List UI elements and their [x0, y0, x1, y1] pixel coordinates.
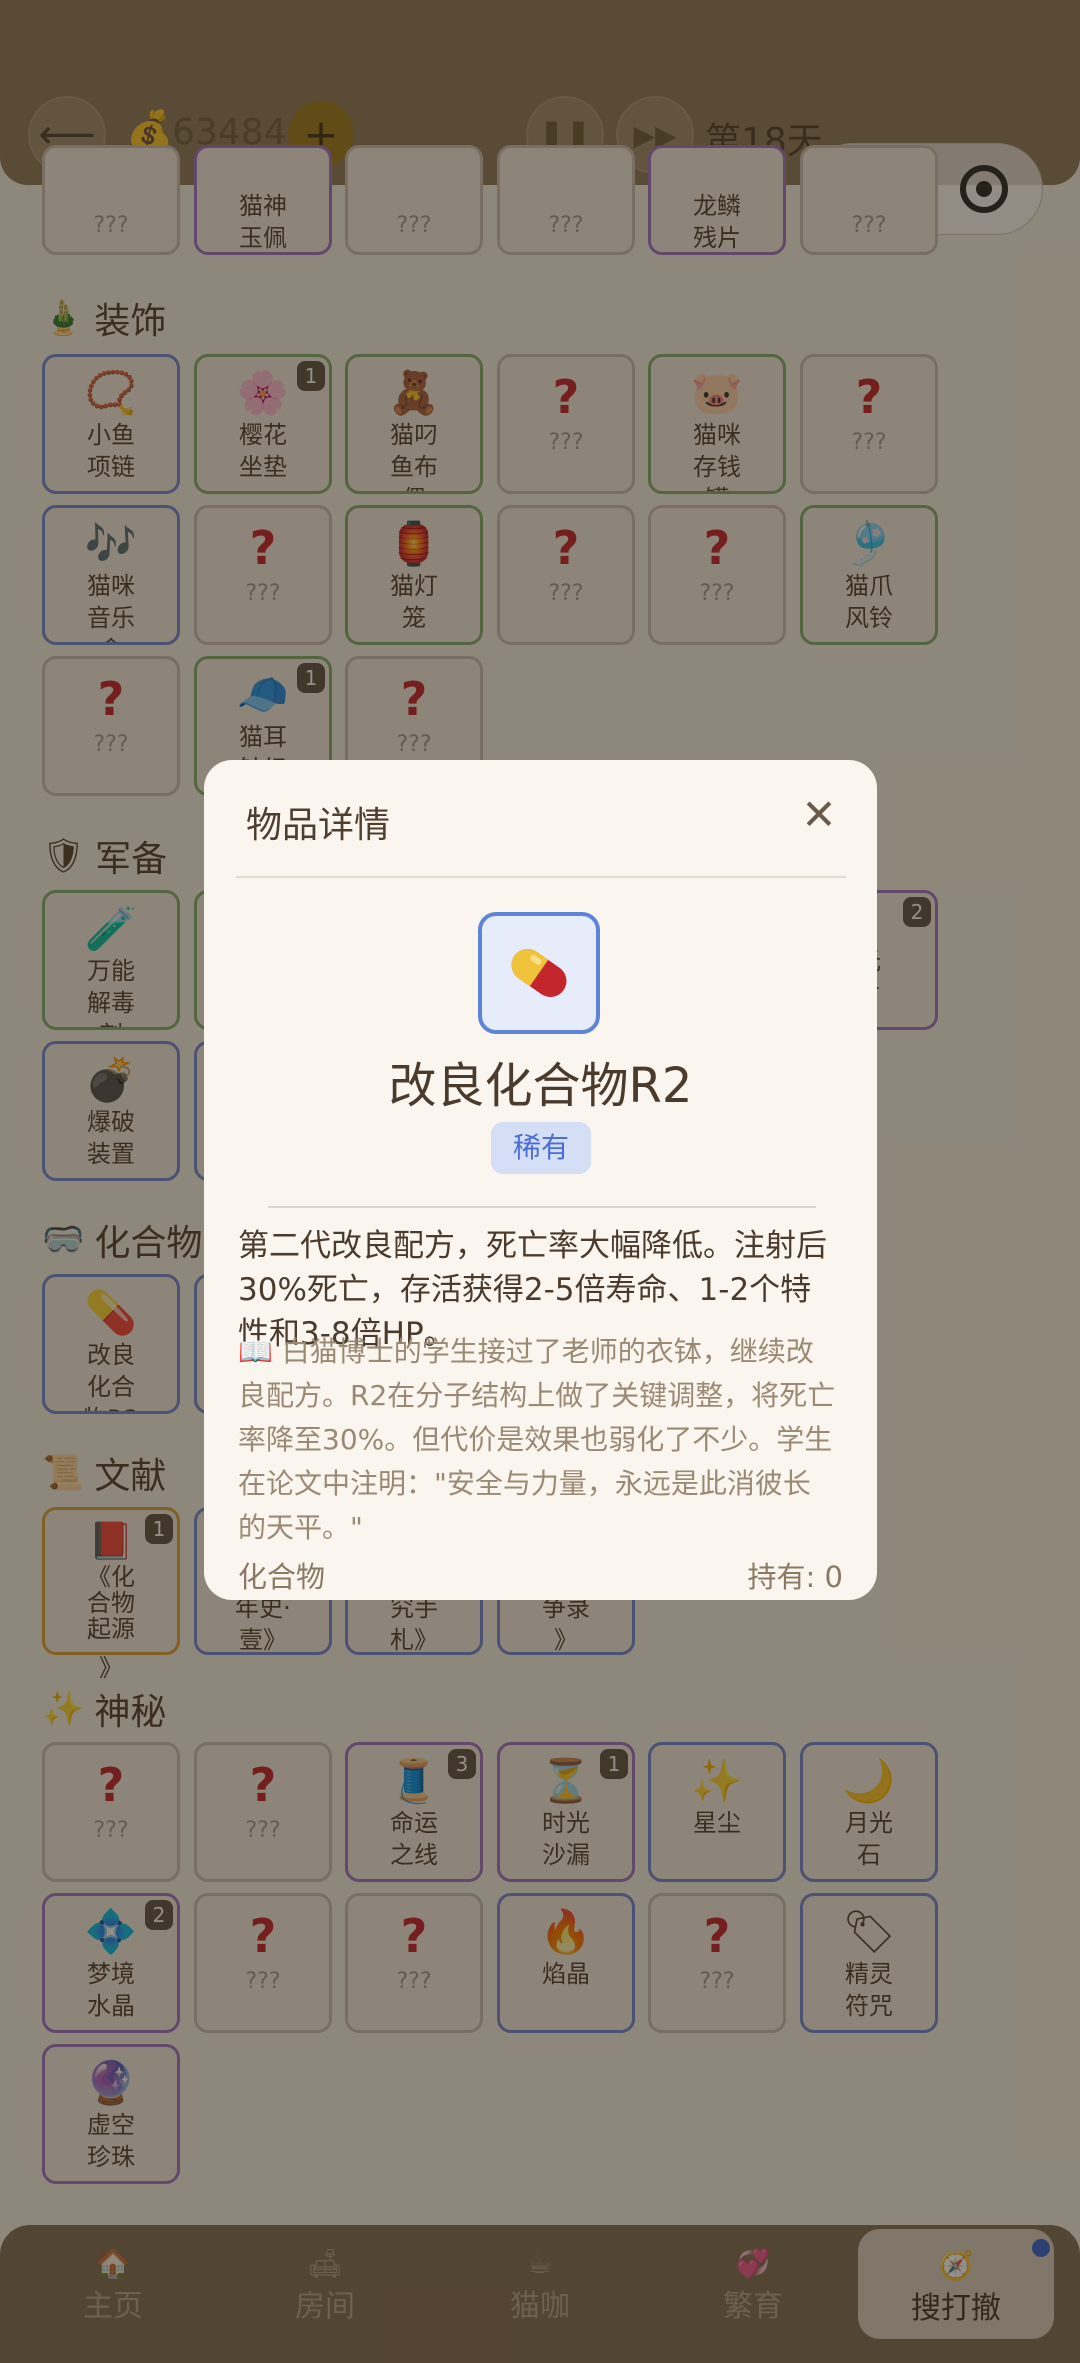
item-name: 改良化合物R2 — [388, 1058, 693, 1114]
rarity-badge: 稀有 — [491, 1122, 591, 1174]
pill-icon — [511, 948, 567, 998]
open-book-icon: 📖 — [238, 1335, 273, 1368]
lore-text: 白猫博士的学生接过了老师的衣钵，继续改良配方。R2在分子结构上做了关键调整，将死… — [238, 1335, 836, 1544]
close-icon[interactable]: ✕ — [794, 790, 844, 840]
item-category: 化合物 — [238, 1560, 326, 1594]
item-detail-modal: 物品详情 ✕ 改良化合物R2 稀有 第二代改良配方，死亡率大幅降低。注射后30%… — [204, 760, 877, 1600]
modal-title: 物品详情 — [246, 805, 391, 846]
item-lore: 📖 白猫博士的学生接过了老师的衣钵，继续改良配方。R2在分子结构上做了关键调整，… — [238, 1330, 838, 1550]
divider — [268, 1206, 816, 1208]
item-icon-frame — [478, 912, 600, 1034]
divider — [236, 876, 846, 878]
owned-count: 持有: 0 — [747, 1560, 843, 1594]
